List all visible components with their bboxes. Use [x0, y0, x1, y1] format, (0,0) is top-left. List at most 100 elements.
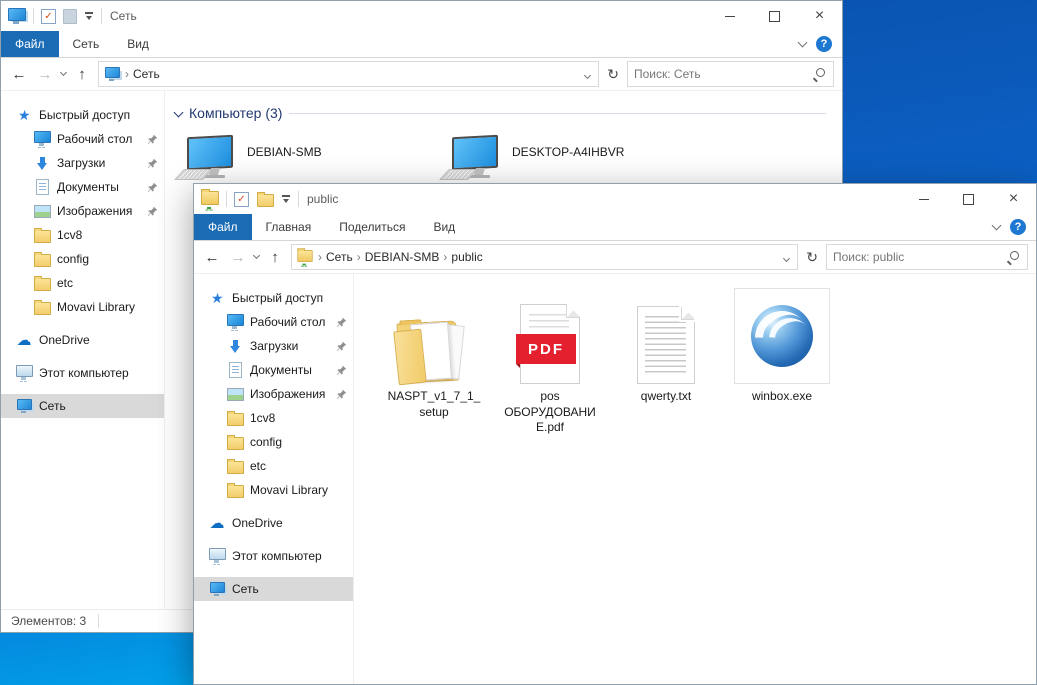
sidebar-item-label: Сеть: [232, 582, 259, 596]
tab-главная[interactable]: Главная: [252, 214, 326, 240]
up-button[interactable]: ↑: [265, 249, 285, 266]
navigation-pane: ★ Быстрый доступ Рабочий стол Загрузки Докум…: [1, 91, 165, 609]
up-button[interactable]: ↑: [72, 66, 92, 83]
help-icon[interactable]: ?: [1010, 219, 1026, 235]
sidebar-item-label: config: [250, 435, 283, 449]
sidebar-item-config[interactable]: config: [194, 430, 353, 454]
sidebar-item-рабочий-стол[interactable]: Рабочий стол: [194, 310, 353, 334]
help-icon[interactable]: ?: [816, 36, 832, 52]
sidebar-item-документы[interactable]: Документы: [194, 358, 353, 382]
pin-icon: [336, 341, 347, 352]
sidebar-item-этот-компьютер[interactable]: Этот компьютер: [1, 361, 164, 385]
sidebar-item-etc[interactable]: etc: [1, 271, 164, 295]
sidebar-item-этот-компьютер[interactable]: Этот компьютер: [194, 544, 353, 568]
address-bar[interactable]: › Сеть › DEBIAN-SMB › public: [291, 244, 799, 270]
recent-locations-chevron-icon[interactable]: [59, 68, 68, 77]
navigation-bar: ← → ↑ › Сеть › DEBIAN-SMB › public ↻: [194, 241, 1036, 274]
sidebar-item-movavi-library[interactable]: Movavi Library: [194, 478, 353, 502]
address-dropdown-icon[interactable]: [780, 250, 793, 264]
sidebar-item-быстрый-доступ[interactable]: ★ Быстрый доступ: [194, 286, 353, 310]
search-input[interactable]: [628, 67, 813, 81]
refresh-button[interactable]: ↻: [605, 66, 621, 83]
titlebar[interactable]: ✓ Сеть ×: [1, 1, 842, 31]
breadcrumb-сеть[interactable]: Сеть: [322, 250, 357, 264]
forward-button[interactable]: →: [35, 66, 55, 83]
sidebar-item-label: Быстрый доступ: [39, 108, 131, 122]
separator: [101, 8, 102, 24]
sidebar-item-1cv8[interactable]: 1cv8: [1, 223, 164, 247]
sidebar-item-изображения[interactable]: Изображения: [194, 382, 353, 406]
sidebar-item-label: Загрузки: [250, 339, 299, 353]
address-dropdown-icon[interactable]: [581, 67, 594, 81]
sidebar-item-label: 1cv8: [250, 411, 276, 425]
content-pane: NASPT_v1_7_1_setup PDF pos ОБОРУДОВАНИЕ.pd…: [354, 274, 1036, 684]
sidebar-item-onedrive[interactable]: ☁ OneDrive: [194, 511, 353, 535]
back-button[interactable]: ←: [202, 249, 222, 266]
close-button[interactable]: ×: [991, 184, 1036, 214]
sidebar-item-label: Быстрый доступ: [232, 291, 324, 305]
file-name: pos ОБОРУДОВАНИЕ.pdf: [504, 389, 596, 435]
customize-qat-dropdown[interactable]: [84, 11, 94, 21]
separator: [33, 8, 34, 24]
new-folder-button[interactable]: [63, 8, 77, 24]
tab-сеть[interactable]: Сеть: [59, 31, 114, 57]
computer-icon: [439, 134, 500, 183]
search-box: [826, 244, 1028, 270]
sidebar-item-загрузки[interactable]: Загрузки: [1, 151, 164, 175]
file-item-winbox.exe[interactable]: winbox.exe: [732, 288, 832, 405]
close-button[interactable]: ×: [797, 1, 842, 31]
back-button[interactable]: ←: [9, 66, 29, 83]
sidebar-item-сеть[interactable]: Сеть: [194, 577, 353, 601]
file-name: NASPT_v1_7_1_setup: [387, 389, 481, 419]
sidebar-item-быстрый-доступ[interactable]: ★ Быстрый доступ: [1, 103, 164, 127]
customize-qat-dropdown[interactable]: [281, 194, 291, 204]
sidebar-item-документы[interactable]: Документы: [1, 175, 164, 199]
breadcrumb-public[interactable]: public: [447, 250, 486, 264]
sidebar-item-etc[interactable]: etc: [194, 454, 353, 478]
sidebar-item-config[interactable]: config: [1, 247, 164, 271]
properties-button[interactable]: ✓: [234, 191, 249, 207]
ribbon-collapse-icon[interactable]: [991, 220, 1002, 231]
tab-файл[interactable]: Файл: [194, 214, 252, 240]
sidebar-item-изображения[interactable]: Изображения: [1, 199, 164, 223]
items-count: Элементов: 3: [11, 614, 87, 628]
sidebar-item-label: Movavi Library: [57, 300, 136, 314]
refresh-button[interactable]: ↻: [804, 249, 820, 266]
ribbon-collapse-icon[interactable]: [797, 37, 808, 48]
forward-button[interactable]: →: [228, 249, 248, 266]
tab-вид[interactable]: Вид: [113, 31, 163, 57]
search-input[interactable]: [827, 250, 1007, 264]
new-folder-button[interactable]: [256, 191, 274, 207]
sidebar-item-onedrive[interactable]: ☁ OneDrive: [1, 328, 164, 352]
tab-файл[interactable]: Файл: [1, 31, 59, 57]
titlebar[interactable]: ✓ public ×: [194, 184, 1036, 214]
sidebar-item-загрузки[interactable]: Загрузки: [194, 334, 353, 358]
recent-locations-chevron-icon[interactable]: [252, 251, 261, 260]
file-icon-area: PDF: [516, 288, 580, 384]
breadcrumb-сеть[interactable]: Сеть: [129, 67, 164, 81]
sidebar-item-рабочий-стол[interactable]: Рабочий стол: [1, 127, 164, 151]
pin-icon: [147, 182, 158, 193]
breadcrumb-debian-smb[interactable]: DEBIAN-SMB: [361, 250, 444, 264]
properties-button[interactable]: ✓: [41, 8, 56, 24]
maximize-button[interactable]: [752, 1, 797, 31]
group-collapse-icon[interactable]: [173, 107, 184, 117]
minimize-button[interactable]: [901, 184, 946, 214]
maximize-button[interactable]: [946, 184, 991, 214]
file-item-pos-оборудование.pdf[interactable]: PDF pos ОБОРУДОВАНИЕ.pdf: [500, 288, 600, 436]
file-item-naspt_v1_7_1_setup[interactable]: NASPT_v1_7_1_setup: [384, 288, 484, 420]
search-icon[interactable]: [1007, 251, 1019, 263]
search-icon[interactable]: [813, 68, 825, 80]
download-arrow-icon: [226, 338, 244, 354]
sidebar-item-сеть[interactable]: Сеть: [1, 394, 164, 418]
tab-вид[interactable]: Вид: [419, 214, 469, 240]
address-bar[interactable]: › Сеть: [98, 61, 600, 87]
pin-icon: [336, 365, 347, 376]
group-header-computer[interactable]: Компьютер (3): [173, 105, 834, 121]
sidebar-item-movavi-library[interactable]: Movavi Library: [1, 295, 164, 319]
tab-поделиться[interactable]: Поделиться: [325, 214, 419, 240]
file-item-qwerty.txt[interactable]: qwerty.txt: [616, 288, 716, 405]
minimize-button[interactable]: [707, 1, 752, 31]
sidebar-item-1cv8[interactable]: 1cv8: [194, 406, 353, 430]
sidebar-item-label: 1cv8: [57, 228, 83, 242]
